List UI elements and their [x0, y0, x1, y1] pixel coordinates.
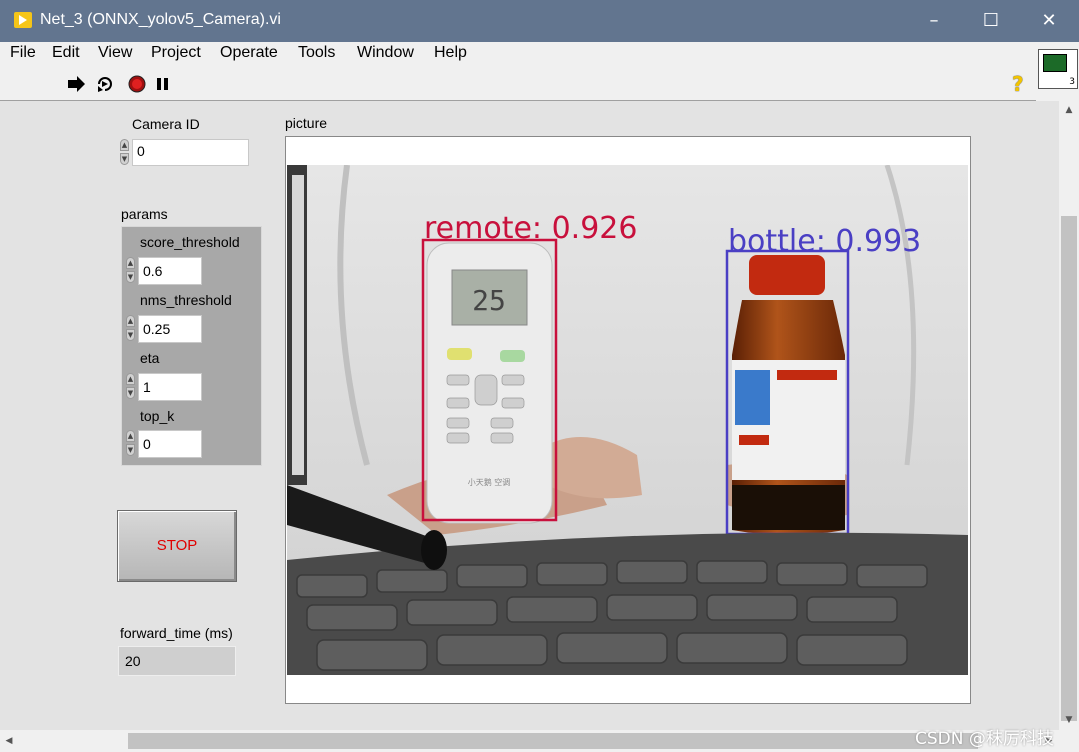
labview-vi-icon: [14, 12, 32, 28]
scroll-down-arrow-icon[interactable]: ▼: [1059, 711, 1079, 729]
increment-arrow-icon[interactable]: ▲: [126, 373, 135, 385]
forward-time-indicator: 20: [118, 646, 236, 676]
top-k-control: ▲ ▼ 0: [125, 430, 205, 458]
menu-operate[interactable]: Operate: [220, 44, 278, 62]
abort-stop-icon[interactable]: [127, 75, 147, 93]
close-button[interactable]: ✕: [1019, 0, 1079, 42]
score-threshold-control: ▲ ▼ 0.6: [125, 257, 205, 285]
decrement-arrow-icon[interactable]: ▼: [126, 329, 135, 341]
toolbar: [0, 68, 1036, 101]
camera-frame: 25 小天鹅 空调 remote: 0.926 bottle: 0.993: [287, 165, 968, 675]
top-k-input[interactable]: 0: [138, 430, 202, 458]
eta-input[interactable]: 1: [138, 373, 202, 401]
camera-id-control: ▲ ▼ 0: [119, 139, 251, 166]
menu-view[interactable]: View: [98, 44, 132, 62]
picture-label: picture: [285, 115, 328, 131]
score-threshold-spinner[interactable]: ▲ ▼: [125, 257, 136, 285]
vi-icon-number: 3: [1069, 77, 1075, 87]
minimize-button[interactable]: –: [904, 0, 964, 42]
nms-threshold-spinner[interactable]: ▲ ▼: [125, 315, 136, 343]
watermark: CSDN @秣厉科技: [915, 729, 1054, 749]
increment-arrow-icon[interactable]: ▲: [126, 315, 135, 327]
score-threshold-label: score_threshold: [140, 234, 240, 250]
menu-file[interactable]: File: [10, 44, 36, 62]
context-help-icon[interactable]: ?: [1012, 72, 1030, 96]
title-bar: Net_3 (ONNX_yolov5_Camera).vi – ☐ ✕: [0, 0, 1079, 42]
nms-threshold-input[interactable]: 0.25: [138, 315, 202, 343]
vertical-scroll-thumb[interactable]: [1061, 216, 1077, 721]
remote-display-text: 25: [472, 284, 506, 317]
camera-id-label: Camera ID: [132, 116, 200, 132]
run-continuously-icon[interactable]: [95, 75, 115, 93]
decrement-arrow-icon[interactable]: ▼: [120, 153, 129, 165]
menu-window[interactable]: Window: [357, 44, 414, 62]
top-k-spinner[interactable]: ▲ ▼: [125, 430, 136, 458]
camera-id-input[interactable]: 0: [132, 139, 249, 166]
camera-id-spinner[interactable]: ▲ ▼: [119, 139, 130, 167]
nms-threshold-control: ▲ ▼ 0.25: [125, 315, 205, 343]
remote-detection-label: remote: 0.926: [424, 211, 637, 246]
increment-arrow-icon[interactable]: ▲: [120, 139, 129, 151]
horizontal-scroll-thumb[interactable]: [128, 733, 978, 749]
eta-spinner[interactable]: ▲ ▼: [125, 373, 136, 401]
vertical-scrollbar[interactable]: ▲ ▼: [1059, 101, 1079, 730]
top-k-label: top_k: [140, 408, 175, 424]
monitor-icon: [1043, 54, 1067, 72]
pause-icon[interactable]: [153, 75, 173, 93]
window-title: Net_3 (ONNX_yolov5_Camera).vi: [40, 11, 281, 28]
decrement-arrow-icon[interactable]: ▼: [126, 271, 135, 283]
vi-connector-icon: 3: [1038, 49, 1078, 89]
menu-help[interactable]: Help: [434, 44, 467, 62]
decrement-arrow-icon[interactable]: ▼: [126, 387, 135, 399]
run-arrow-icon[interactable]: [66, 75, 86, 93]
horizontal-scrollbar[interactable]: ◀ ▶: [0, 730, 1059, 752]
increment-arrow-icon[interactable]: ▲: [126, 430, 135, 442]
increment-arrow-icon[interactable]: ▲: [126, 257, 135, 269]
menu-tools[interactable]: Tools: [298, 44, 335, 62]
nms-threshold-label: nms_threshold: [140, 292, 232, 308]
remote-brand-text: 小天鹅 空调: [468, 477, 511, 487]
stop-button[interactable]: STOP: [117, 510, 237, 582]
bottle-detection-label: bottle: 0.993: [728, 224, 921, 259]
scroll-left-arrow-icon[interactable]: ◀: [0, 730, 18, 752]
decrement-arrow-icon[interactable]: ▼: [126, 444, 135, 456]
score-threshold-input[interactable]: 0.6: [138, 257, 202, 285]
menu-edit[interactable]: Edit: [52, 44, 80, 62]
scroll-up-arrow-icon[interactable]: ▲: [1059, 101, 1079, 119]
params-label: params: [121, 206, 168, 222]
forward-time-label: forward_time (ms): [120, 625, 233, 641]
eta-label: eta: [140, 350, 160, 366]
eta-control: ▲ ▼ 1: [125, 373, 205, 401]
menu-project[interactable]: Project: [151, 44, 201, 62]
menu-bar: File Edit View Project Operate Tools Win…: [0, 42, 1036, 69]
maximize-button[interactable]: ☐: [961, 0, 1021, 42]
camera-scene-image: 25 小天鹅 空调 remote: 0.926 bottle: 0.993: [287, 165, 968, 675]
